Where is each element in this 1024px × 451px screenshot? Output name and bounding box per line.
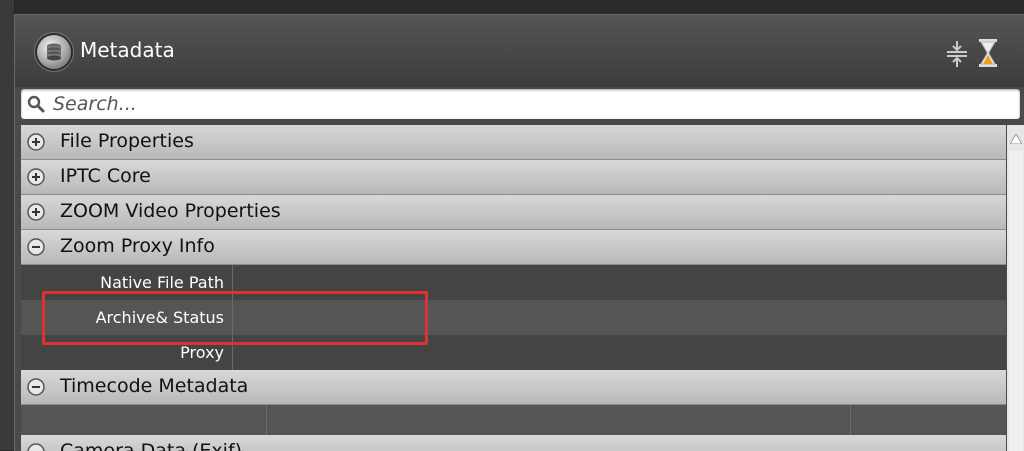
zoom-proxy-fields: Native File Path Archive& Status Proxy bbox=[21, 265, 1006, 370]
field-row-proxy[interactable]: Proxy bbox=[21, 335, 1006, 370]
search-input[interactable] bbox=[51, 90, 1005, 118]
section-label: Zoom Proxy Info bbox=[60, 235, 215, 257]
field-value[interactable] bbox=[233, 335, 1006, 370]
section-zoom-video-properties[interactable]: ZOOM Video Properties bbox=[21, 195, 1006, 230]
timecode-cell[interactable] bbox=[21, 405, 267, 435]
expand-icon[interactable] bbox=[27, 133, 45, 151]
field-label: Native File Path bbox=[21, 265, 233, 300]
metadata-panel: Metadata Search... File Properties IPTC … bbox=[14, 14, 1024, 451]
metadata-list: File Properties IPTC Core ZOOM Video Pro… bbox=[21, 125, 1006, 451]
section-label: Camera Data (Exif) bbox=[60, 440, 243, 451]
scrollbar[interactable] bbox=[1007, 125, 1024, 451]
panel-title: Metadata bbox=[80, 38, 175, 62]
expand-icon[interactable] bbox=[27, 168, 45, 186]
field-row-archive-status[interactable]: Archive& Status bbox=[21, 300, 1006, 335]
hourglass-icon[interactable] bbox=[978, 39, 998, 71]
timecode-row[interactable] bbox=[21, 405, 1006, 435]
field-value[interactable] bbox=[233, 265, 1006, 300]
section-label: Timecode Metadata bbox=[60, 375, 249, 397]
outer-frame bbox=[0, 0, 15, 450]
section-iptc-core[interactable]: IPTC Core bbox=[21, 160, 1006, 195]
collapse-section-icon[interactable] bbox=[27, 378, 45, 396]
search-box[interactable] bbox=[21, 89, 1020, 119]
section-label: File Properties bbox=[60, 130, 194, 152]
field-row-native-file-path[interactable]: Native File Path bbox=[21, 265, 1006, 300]
panel-header: Metadata bbox=[15, 15, 1024, 87]
scroll-thumb[interactable] bbox=[1009, 151, 1023, 451]
section-zoom-proxy-info[interactable]: Zoom Proxy Info bbox=[21, 230, 1006, 265]
section-timecode-metadata[interactable]: Timecode Metadata bbox=[21, 370, 1006, 405]
field-label: Proxy bbox=[21, 335, 233, 370]
timecode-cell[interactable] bbox=[851, 405, 1006, 435]
section-camera-data-exif[interactable]: Camera Data (Exif) bbox=[21, 435, 1006, 451]
section-label: ZOOM Video Properties bbox=[60, 200, 281, 222]
section-label: IPTC Core bbox=[60, 165, 151, 187]
collapse-section-icon[interactable] bbox=[27, 238, 45, 256]
search-icon bbox=[27, 95, 45, 117]
scroll-up-icon[interactable] bbox=[1009, 129, 1023, 148]
timecode-cell[interactable] bbox=[267, 405, 851, 435]
field-label: Archive& Status bbox=[21, 300, 233, 335]
database-icon bbox=[37, 35, 71, 69]
field-value[interactable] bbox=[233, 300, 1006, 335]
section-file-properties[interactable]: File Properties bbox=[21, 125, 1006, 160]
expand-icon[interactable] bbox=[27, 203, 45, 221]
collapse-icon[interactable] bbox=[946, 41, 968, 71]
